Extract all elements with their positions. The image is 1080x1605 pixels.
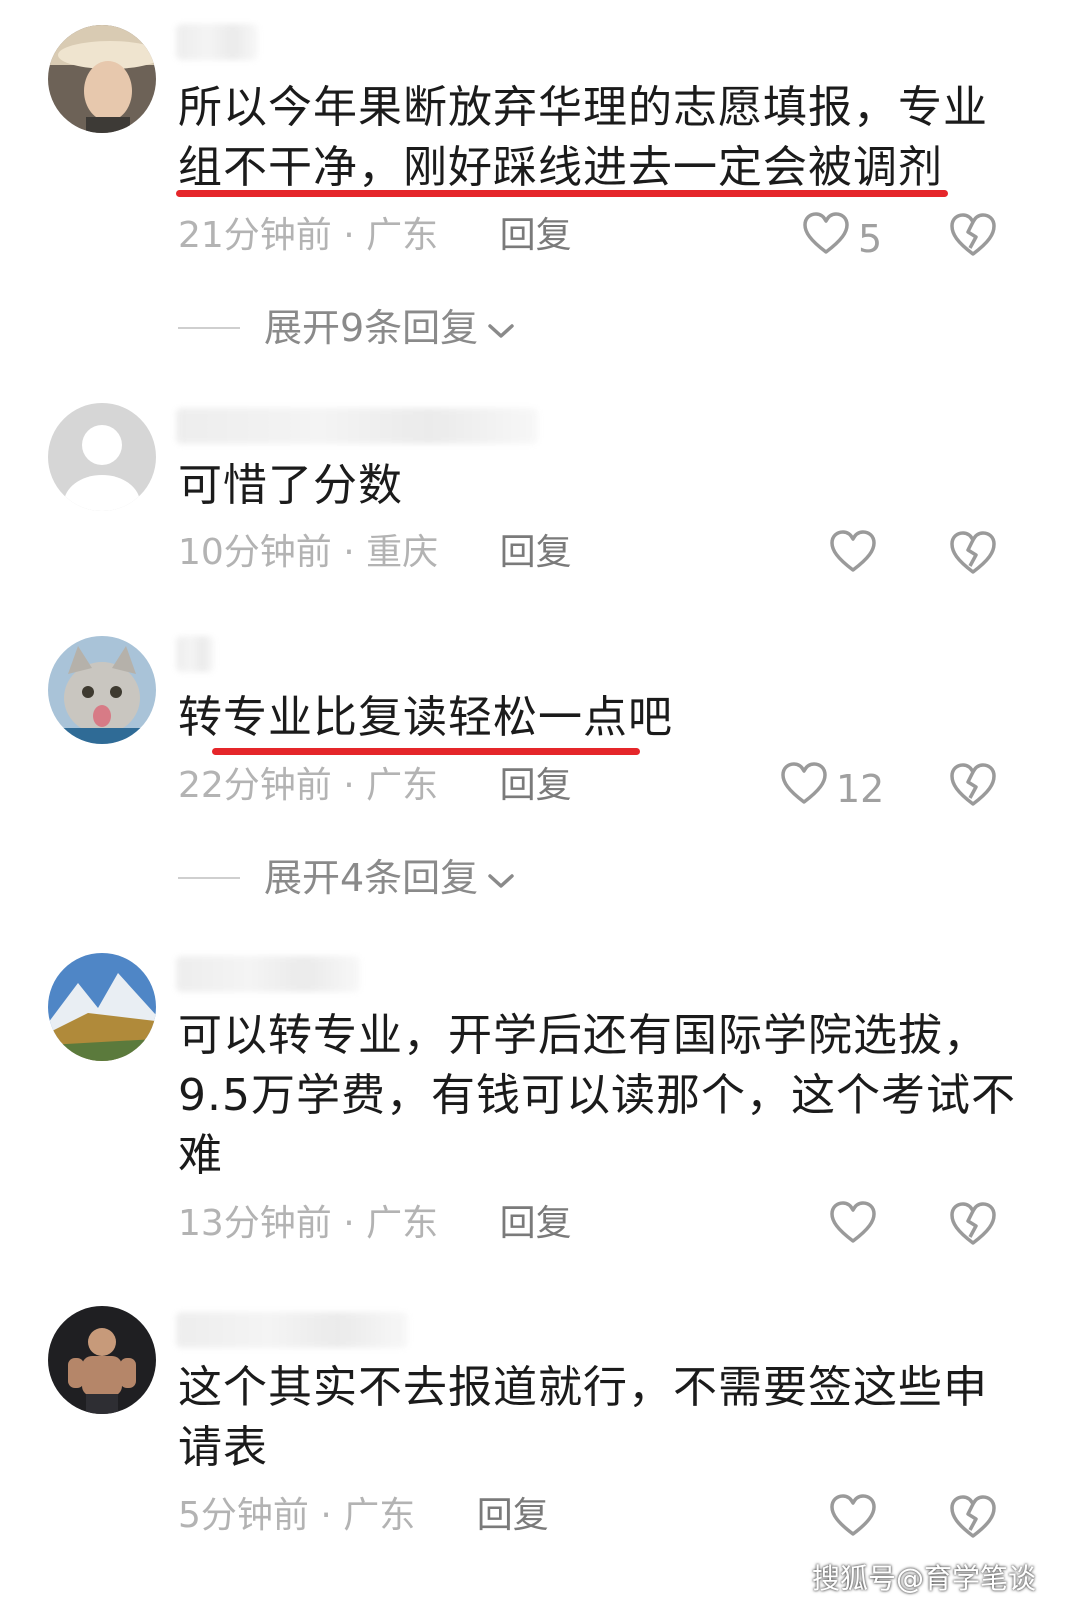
divider <box>178 327 240 329</box>
broken-heart-icon <box>948 1495 998 1544</box>
expand-label: 展开9条回复 <box>264 306 479 350</box>
comment-line: 转专业比复读轻松一点吧 <box>178 692 673 743</box>
like-button[interactable]: 5 <box>802 212 882 265</box>
heart-outline-icon <box>829 530 885 583</box>
comment-text: 可惜了分数 <box>178 456 1038 516</box>
comment-location: 重庆 <box>366 532 439 573</box>
avatar[interactable] <box>48 636 156 744</box>
broken-heart-icon <box>948 213 998 262</box>
heart-outline-icon <box>829 1494 885 1547</box>
comment-location: 广东 <box>343 1495 416 1536</box>
chevron-down-icon <box>478 856 516 900</box>
heart-outline-icon <box>780 762 836 815</box>
comment-meta: 5分钟前 · 广东 回复 <box>178 1494 549 1538</box>
comment-time: 5分钟前 <box>178 1495 309 1536</box>
avatar[interactable] <box>48 403 156 511</box>
watermark: 搜狐号@育学笔谈 <box>811 1562 1036 1595</box>
divider <box>178 877 240 879</box>
reply-button[interactable]: 回复 <box>500 765 572 806</box>
comment-meta: 22分钟前 · 广东 回复 <box>178 764 572 808</box>
dislike-button[interactable] <box>948 762 998 812</box>
chevron-down-icon <box>478 306 516 350</box>
dislike-button[interactable] <box>948 1201 998 1251</box>
reply-button[interactable]: 回复 <box>500 215 572 256</box>
dislike-button[interactable] <box>948 530 998 580</box>
username-blurred[interactable] <box>176 636 214 672</box>
avatar[interactable] <box>48 953 156 1061</box>
comment-location: 广东 <box>366 1203 439 1244</box>
broken-heart-icon <box>948 763 998 812</box>
avatar[interactable] <box>48 25 156 133</box>
like-button[interactable] <box>829 1494 885 1547</box>
reply-button[interactable]: 回复 <box>500 1203 572 1244</box>
expand-replies-button[interactable]: 展开9条回复 <box>178 306 516 350</box>
username-blurred[interactable] <box>176 956 360 992</box>
comment-text: 这个其实不去报道就行，不需要签这些申 请表 <box>178 1358 1038 1478</box>
username-blurred[interactable] <box>176 24 258 60</box>
comment-text: 可以转专业，开学后还有国际学院选拔， 9.5万学费，有钱可以读那个，这个考试不 … <box>178 1006 1038 1186</box>
avatar[interactable] <box>48 1306 156 1414</box>
red-underline <box>212 748 640 755</box>
red-underline <box>176 190 948 197</box>
comment-line: 9.5万学费，有钱可以读那个，这个考试不 <box>178 1070 1016 1121</box>
comment-meta: 13分钟前 · 广东 回复 <box>178 1202 572 1246</box>
reply-button[interactable]: 回复 <box>500 532 572 573</box>
comment-line: 组不干净，刚好踩线进去一定会被调剂 <box>178 142 943 193</box>
separator: · <box>320 1495 332 1536</box>
like-count: 12 <box>836 766 885 811</box>
expand-replies-button[interactable]: 展开4条回复 <box>178 856 516 900</box>
separator: · <box>343 765 355 806</box>
reply-button[interactable]: 回复 <box>477 1495 549 1536</box>
username-blurred[interactable] <box>176 1312 408 1348</box>
comment-line: 难 <box>178 1130 223 1181</box>
heart-outline-icon <box>802 212 858 265</box>
broken-heart-icon <box>948 1202 998 1251</box>
comment-location: 广东 <box>366 765 439 806</box>
comment-time: 22分钟前 <box>178 765 332 806</box>
comment-text: 所以今年果断放弃华理的志愿填报，专业 组不干净，刚好踩线进去一定会被调剂 <box>178 78 1038 198</box>
comment-meta: 10分钟前 · 重庆 回复 <box>178 531 572 575</box>
comment-time: 10分钟前 <box>178 532 332 573</box>
separator: · <box>343 532 355 573</box>
broken-heart-icon <box>948 531 998 580</box>
like-count: 5 <box>858 216 883 261</box>
comment-line: 可以转专业，开学后还有国际学院选拔， <box>178 1010 988 1061</box>
comment-line: 请表 <box>178 1422 268 1473</box>
comment-text: 转专业比复读轻松一点吧 <box>178 688 1038 748</box>
separator: · <box>343 1203 355 1244</box>
dislike-button[interactable] <box>948 1494 998 1544</box>
comment-meta: 21分钟前 · 广东 回复 <box>178 214 572 258</box>
like-button[interactable] <box>829 1201 885 1254</box>
like-button[interactable]: 12 <box>780 762 884 815</box>
separator: · <box>343 215 355 256</box>
username-blurred[interactable] <box>176 408 538 444</box>
comment-time: 13分钟前 <box>178 1203 332 1244</box>
comment-line: 可惜了分数 <box>178 460 403 511</box>
like-button[interactable] <box>829 530 885 583</box>
dislike-button[interactable] <box>948 212 998 262</box>
expand-label: 展开4条回复 <box>264 856 479 900</box>
comment-line: 这个其实不去报道就行，不需要签这些申 <box>178 1362 988 1413</box>
heart-outline-icon <box>829 1201 885 1254</box>
comment-line: 所以今年果断放弃华理的志愿填报，专业 <box>178 82 988 133</box>
comment-time: 21分钟前 <box>178 215 332 256</box>
comment-location: 广东 <box>366 215 439 256</box>
